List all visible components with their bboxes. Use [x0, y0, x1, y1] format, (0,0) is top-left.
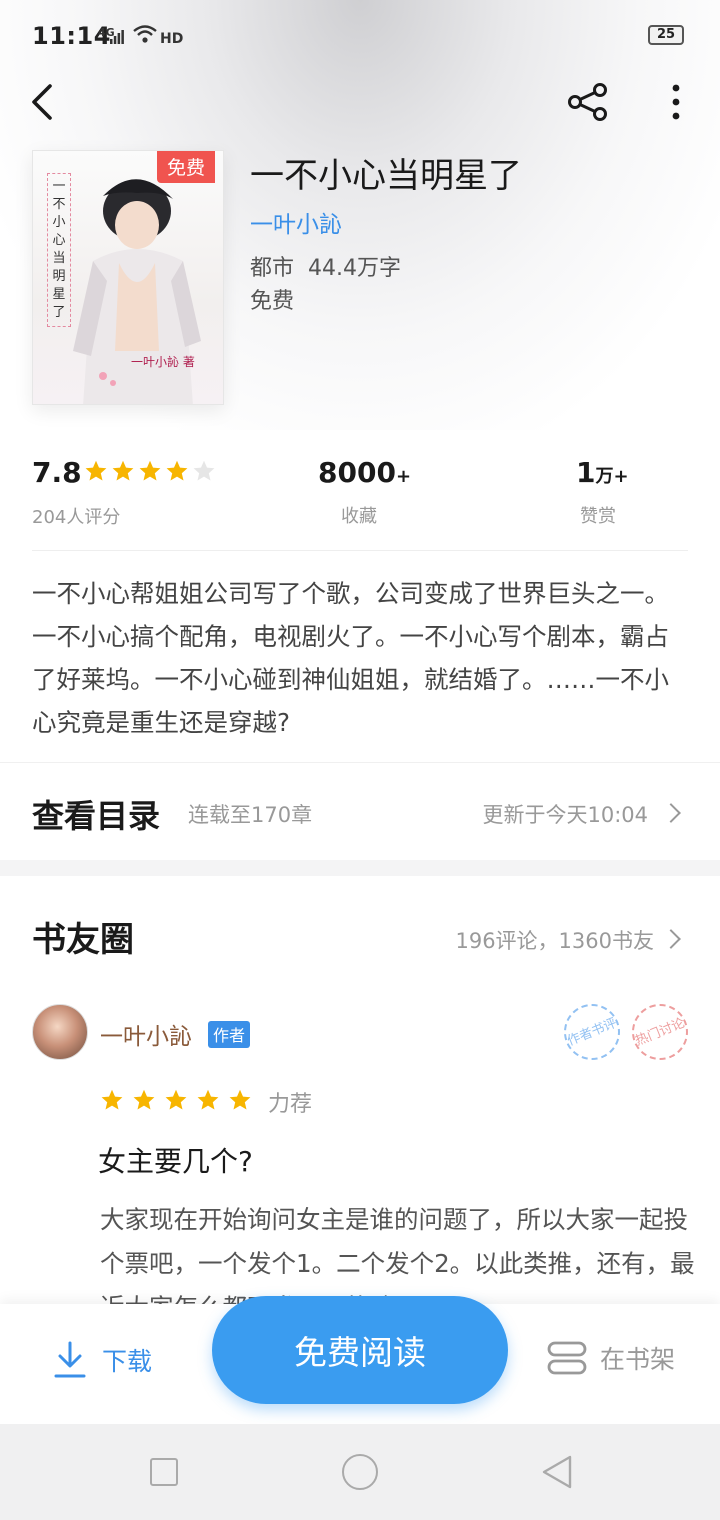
tips-value[interactable]: 1万+ — [576, 456, 629, 489]
catalog-title: 查看目录 — [32, 797, 161, 835]
star-empty-icon — [192, 459, 216, 483]
back-button[interactable] — [18, 78, 66, 126]
star-filled-icon — [165, 459, 189, 483]
system-nav-bar — [0, 1424, 720, 1520]
bookshelf-label: 在书架 — [600, 1345, 676, 1374]
favorites-suffix: + — [395, 466, 412, 487]
author-badge: 作者 — [208, 1021, 251, 1048]
status-bar: 11:14 4G HD 25 — [0, 0, 720, 72]
battery-indicator: 25 — [648, 25, 684, 45]
chevron-left-icon — [32, 84, 52, 120]
book-genre: 都市 — [250, 256, 295, 281]
more-vertical-icon — [672, 84, 680, 120]
star-filled-icon — [138, 459, 162, 483]
download-label: 下载 — [102, 1347, 153, 1376]
favorites-number: 8000 — [318, 456, 396, 489]
avatar[interactable] — [32, 1004, 88, 1060]
nav-back-button[interactable] — [540, 1454, 574, 1490]
cover-title: 一不小心当明星了 — [47, 173, 71, 327]
comment-stars — [100, 1088, 252, 1112]
book-circle-title: 书友圈 — [32, 920, 134, 960]
divider — [32, 550, 688, 551]
star-filled-icon — [164, 1088, 188, 1112]
book-title: 一不小心当明星了 — [250, 156, 522, 196]
star-filled-icon — [132, 1088, 156, 1112]
share-button[interactable] — [562, 78, 614, 126]
book-cover[interactable]: 免费 一不小心当明星了 一叶小訫 著 — [32, 150, 224, 405]
star-filled-icon — [111, 459, 135, 483]
action-bar: 下载 免费阅读 在书架 — [0, 1296, 720, 1424]
read-free-button[interactable]: 免费阅读 — [212, 1296, 508, 1404]
bookshelf-icon — [547, 1341, 587, 1375]
download-icon — [54, 1341, 86, 1378]
book-author-link[interactable]: 一叶小訫 — [250, 205, 342, 239]
favorites-value[interactable]: 8000+ — [318, 456, 411, 489]
rating-stars — [84, 459, 216, 483]
comment-author[interactable]: 一叶小訫 — [100, 1017, 192, 1051]
wifi-icon — [133, 25, 157, 43]
comment-title[interactable]: 女主要几个? — [98, 1140, 253, 1180]
tips-suffix: 万+ — [595, 466, 629, 487]
book-circle-stats[interactable]: 196评论，1360书友 — [455, 925, 654, 955]
book-price: 免费 — [250, 289, 295, 314]
recommend-label: 力荐 — [268, 1092, 313, 1117]
star-filled-icon — [196, 1088, 220, 1112]
section-gap — [0, 860, 720, 876]
book-synopsis[interactable]: 一不小心帮姐姐公司写了个歌，公司变成了世界巨头之一。一不小心搞个配角，电视剧火了… — [32, 572, 692, 744]
favorites-label: 收藏 — [341, 506, 377, 527]
star-filled-icon — [100, 1088, 124, 1112]
bookshelf-button[interactable]: 在书架 — [546, 1340, 675, 1376]
star-filled-icon — [84, 459, 108, 483]
comment-body[interactable]: 大家现在开始询问女主是谁的问题了，所以大家一起投个票吧，一个发个1。二个发个2。… — [100, 1198, 696, 1304]
hd-indicator: HD — [160, 31, 184, 47]
author-review-stamp: 作者书评 — [555, 995, 629, 1069]
chevron-right-icon[interactable] — [661, 929, 681, 949]
book-meta: 都市 44.4万字 — [250, 250, 401, 282]
rating-count: 204人评分 — [32, 507, 121, 528]
book-word-count: 44.4万字 — [308, 256, 402, 281]
signal-icon — [110, 30, 124, 44]
home-button[interactable] — [342, 1454, 378, 1490]
catalog-row[interactable]: 查看目录 连载至170章 更新于今天10:04 — [0, 762, 720, 860]
chevron-right-icon — [661, 803, 681, 823]
star-filled-icon — [228, 1088, 252, 1112]
hot-discussion-stamp: 热门讨论 — [623, 995, 697, 1069]
free-badge: 免费 — [156, 151, 215, 183]
tips-label: 赞赏 — [580, 506, 616, 527]
share-icon — [568, 83, 607, 121]
rating-score: 7.8 — [32, 456, 82, 489]
chapter-count: 连载至170章 — [188, 803, 313, 827]
cover-author: 一叶小訫 著 — [131, 355, 195, 369]
recents-button[interactable] — [150, 1458, 178, 1486]
tips-number: 1 — [576, 456, 596, 489]
download-button[interactable]: 下载 — [52, 1340, 152, 1380]
update-time: 更新于今天10:04 — [482, 803, 648, 827]
more-button[interactable] — [652, 78, 700, 126]
